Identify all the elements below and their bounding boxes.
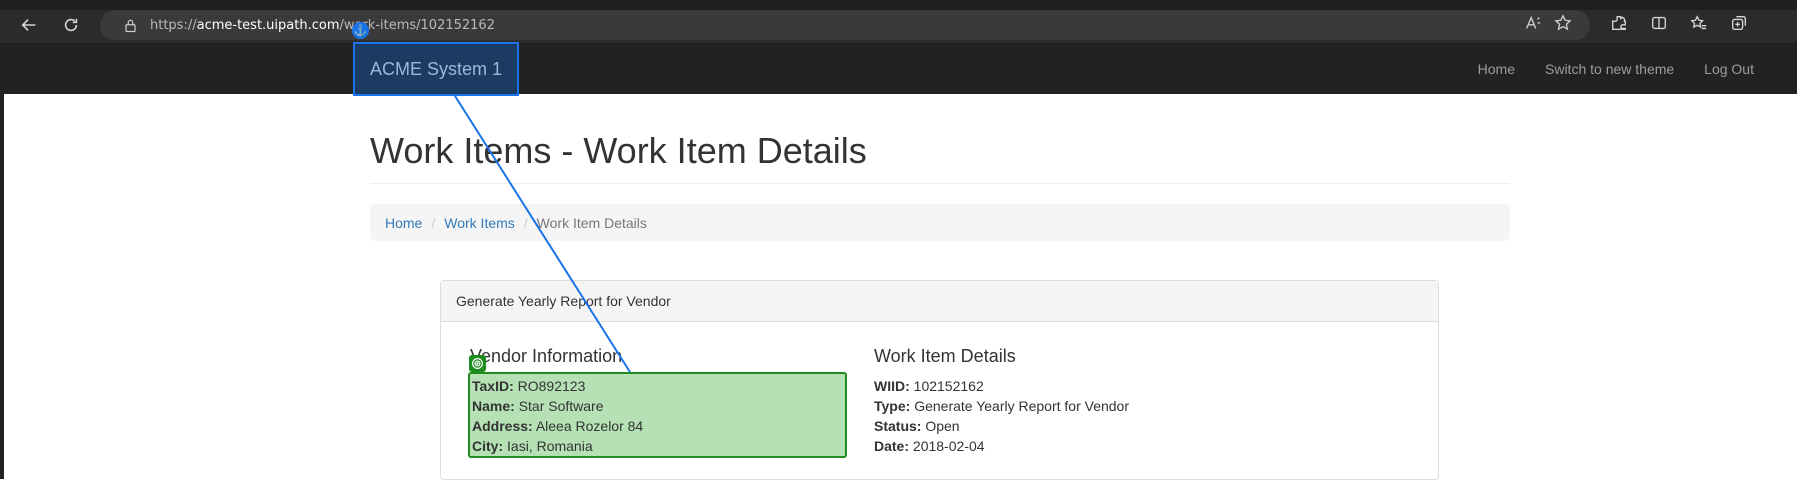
url-text: https://acme-test.uipath.com/work-items/… <box>150 17 495 33</box>
work-item-date: Date: 2018-02-04 <box>874 438 985 454</box>
split-screen-icon[interactable] <box>1650 14 1668 37</box>
vendor-taxid: TaxID: RO892123 <box>472 378 586 394</box>
vendor-name: Name: Star Software <box>472 398 604 414</box>
work-item-type: Type: Generate Yearly Report for Vendor <box>874 398 1130 414</box>
refresh-icon <box>64 18 78 32</box>
favorite-star-icon[interactable] <box>1554 13 1572 37</box>
nav-links: Home Switch to new theme Log Out <box>1478 44 1754 94</box>
vendor-address: Address: Aleea Rozelor 84 <box>472 418 644 434</box>
back-button[interactable] <box>14 10 44 40</box>
breadcrumb-separator: / <box>431 214 436 231</box>
refresh-button[interactable] <box>56 10 86 40</box>
vendor-info-title: Vendor Information <box>470 346 623 366</box>
work-item-wiid: WIID: 102152162 <box>874 378 984 394</box>
read-aloud-icon[interactable] <box>1524 14 1542 37</box>
nav-home-link[interactable]: Home <box>1478 61 1515 77</box>
extensions-icon[interactable] <box>1610 14 1628 37</box>
window-left-edge <box>0 44 4 479</box>
breadcrumb-home[interactable]: Home <box>385 215 422 231</box>
breadcrumb-work-items[interactable]: Work Items <box>444 215 515 231</box>
breadcrumb-current: Work Item Details <box>536 214 647 231</box>
anchor-icon: ⚓ <box>352 22 369 39</box>
nav-logout-link[interactable]: Log Out <box>1704 61 1754 77</box>
favorites-icon[interactable] <box>1690 14 1708 37</box>
breadcrumb-separator: / <box>523 214 528 231</box>
nav-switch-theme-link[interactable]: Switch to new theme <box>1545 61 1674 77</box>
panel-heading: Generate Yearly Report for Vendor <box>441 281 1438 322</box>
vendor-city: City: Iasi, Romania <box>472 438 593 454</box>
collections-icon[interactable] <box>1730 14 1748 37</box>
lock-icon <box>116 18 144 33</box>
work-item-details-title: Work Item Details <box>874 346 1016 366</box>
brand-link[interactable]: ACME System 1 <box>353 42 519 96</box>
breadcrumb: Home / Work Items / Work Item Details <box>370 204 1510 241</box>
brand-label: ACME System 1 <box>370 58 503 79</box>
page-title: Work Items - Work Item Details <box>370 130 867 171</box>
browser-toolbar: https://acme-test.uipath.com/work-items/… <box>0 0 1797 44</box>
work-item-status: Status: Open <box>874 418 960 434</box>
target-icon <box>469 355 486 372</box>
address-bar[interactable]: https://acme-test.uipath.com/work-items/… <box>100 10 1590 40</box>
title-divider <box>370 183 1510 184</box>
back-arrow-icon <box>21 19 36 31</box>
tab-strip <box>0 0 1797 10</box>
